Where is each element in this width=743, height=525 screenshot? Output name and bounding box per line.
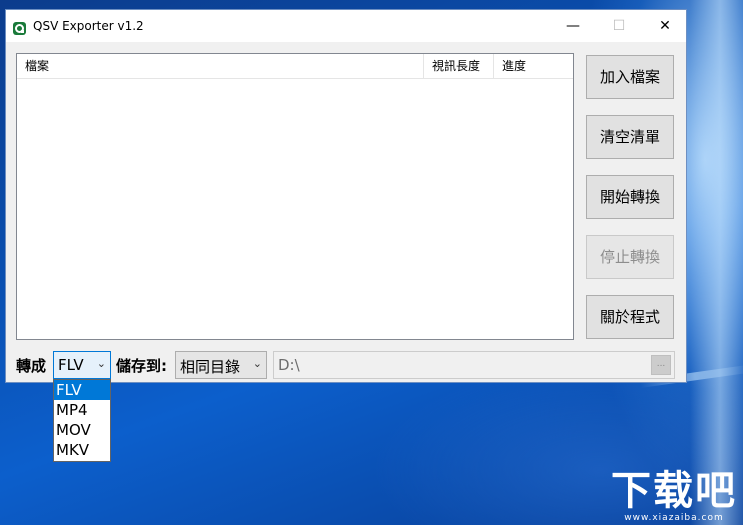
window-title: QSV Exporter v1.2 (33, 19, 144, 33)
file-list-header: 檔案 視訊長度 進度 (17, 54, 573, 79)
maximize-icon: ☐ (612, 18, 626, 34)
file-list[interactable]: 檔案 視訊長度 進度 (16, 53, 574, 340)
format-dropdown-list: FLV MP4 MOV MKV (53, 379, 111, 462)
format-option-flv[interactable]: FLV (54, 380, 110, 400)
format-option-mov[interactable]: MOV (54, 420, 110, 440)
desktop-light-beam (690, 0, 743, 525)
convert-to-label: 轉成 (16, 357, 47, 375)
start-convert-button[interactable]: 開始轉換 (586, 175, 674, 219)
format-select-value: FLV (58, 356, 84, 374)
format-option-mp4[interactable]: MP4 (54, 400, 110, 420)
chevron-down-icon: ⌄ (96, 357, 106, 370)
output-path-value: D:\ (278, 356, 300, 374)
close-icon[interactable]: ✕ (642, 10, 688, 42)
watermark-logo-text: 下载吧 (611, 467, 737, 514)
format-select[interactable]: FLV ⌄ (53, 351, 111, 379)
title-bar[interactable]: QSV Exporter v1.2 — ☐ ✕ (6, 10, 686, 42)
output-path-field: D:\ ... (273, 351, 675, 379)
about-button[interactable]: 關於程式 (586, 295, 674, 339)
site-watermark: 下载吧 www.xiazaiba.com (611, 467, 737, 524)
minimize-icon[interactable]: — (550, 10, 596, 42)
save-to-label: 儲存到: (116, 357, 167, 375)
column-header-file[interactable]: 檔案 (17, 54, 423, 78)
browse-button: ... (651, 355, 671, 375)
column-header-duration[interactable]: 視訊長度 (423, 54, 493, 78)
app-logo-icon (13, 20, 26, 35)
clear-list-button[interactable]: 清空清單 (586, 115, 674, 159)
watermark-url: www.xiazaiba.com (624, 513, 724, 523)
column-header-progress[interactable]: 進度 (493, 54, 573, 78)
add-files-button[interactable]: 加入檔案 (586, 55, 674, 99)
save-target-select[interactable]: 相同目錄 ⌄ (175, 351, 267, 379)
format-option-mkv[interactable]: MKV (54, 440, 110, 460)
app-window: QSV Exporter v1.2 — ☐ ✕ 檔案 視訊長度 進度 加入檔案 … (5, 9, 687, 383)
stop-convert-button: 停止轉換 (586, 235, 674, 279)
save-target-value: 相同目錄 (180, 358, 241, 376)
chevron-down-icon: ⌄ (252, 357, 262, 370)
